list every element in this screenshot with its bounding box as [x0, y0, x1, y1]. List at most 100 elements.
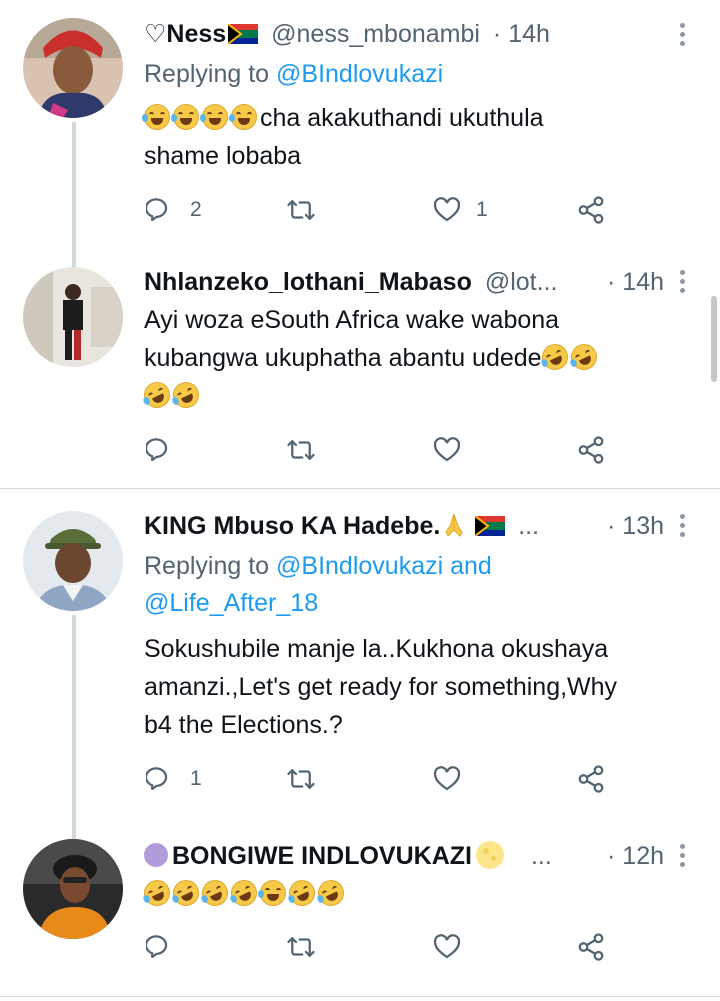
tweet-king-mbuso[interactable]: KING Mbuso KA Hadebe. ... · 13h Replying… [0, 489, 720, 843]
like-button[interactable]: 1 [432, 193, 488, 227]
handle[interactable]: ... [518, 512, 539, 540]
like-button[interactable] [432, 930, 462, 964]
rofl-emoji [168, 875, 204, 911]
display-name[interactable]: Nhlanzeko_lothani_Mabaso [144, 268, 472, 296]
tweet-text-line-2: kubangwa ukuphatha abantu udede [144, 339, 684, 377]
reply-button[interactable]: 2 [146, 193, 202, 227]
tears-of-joy-emoji [200, 104, 228, 130]
tweet-text: cha akakuthandi ukuthula shame lobaba [142, 99, 684, 175]
tears-of-joy-emoji [229, 104, 257, 130]
timestamp[interactable]: · 14h [599, 265, 664, 299]
display-name[interactable]: ♡Ness [144, 20, 226, 48]
share-button[interactable] [576, 433, 606, 467]
tears-of-joy-emoji [171, 104, 199, 130]
action-bar [146, 930, 616, 964]
rofl-emoji [139, 377, 175, 413]
replying-to-link-2[interactable]: @Life_After_18 [144, 589, 318, 617]
avatar-bongiwe[interactable] [23, 839, 123, 939]
scrollbar[interactable] [711, 296, 717, 382]
retweet-button[interactable] [286, 930, 316, 964]
tweet-header: BONGIWE INDLOVUKAZI ... · 12h [144, 839, 664, 873]
rofl-emoji [284, 875, 320, 911]
tweet-text [139, 875, 684, 913]
rofl-emoji [537, 339, 572, 375]
retweet-icon [287, 769, 315, 789]
handle[interactable]: @lot... [485, 268, 558, 296]
display-name[interactable]: KING Mbuso KA Hadebe. [144, 512, 440, 540]
tweet-text-line-1: Sokushubile manje la..Kukhona okushaya [144, 635, 609, 663]
replying-to-link[interactable]: @BIndlovukazi [276, 552, 443, 580]
tweet-nhlanzeko[interactable]: Nhlanzeko_lothani_Mabaso @lot... · 14h A… [0, 255, 720, 487]
avatar-nhlanzeko[interactable] [23, 267, 123, 367]
retweet-icon [287, 937, 315, 957]
share-button[interactable] [576, 930, 606, 964]
display-name[interactable]: BONGIWE INDLOVUKAZI [172, 842, 472, 870]
reply-button[interactable]: 1 [146, 762, 202, 796]
replying-to: Replying to @BIndlovukazi and [144, 549, 492, 583]
more-options-icon[interactable] [670, 511, 694, 541]
thread-line-1 [72, 122, 76, 267]
timestamp[interactable]: · 13h [599, 509, 664, 543]
tweet-ness[interactable]: ♡Ness @ness_mbonambi · 14h Replying to @… [0, 0, 720, 267]
replying-to: Replying to @BIndlovukazi [144, 57, 443, 91]
rofl-emoji [566, 339, 601, 375]
reply-icon [146, 198, 168, 222]
share-icon [578, 196, 604, 224]
handle[interactable]: ... [531, 842, 552, 870]
south-africa-flag-icon [475, 516, 506, 536]
tweet-text-content: kubangwa ukuphatha abantu udede [144, 344, 542, 372]
heart-icon [433, 197, 461, 222]
folded-hands-icon [445, 513, 463, 537]
reply-button[interactable] [146, 433, 176, 467]
thread-line-2 [72, 615, 76, 843]
avatar-king-mbuso[interactable] [23, 511, 123, 611]
bottom-divider [0, 996, 720, 997]
reply-button[interactable] [146, 930, 176, 964]
more-options-icon[interactable] [670, 267, 694, 297]
more-options-icon[interactable] [670, 20, 694, 50]
heart-icon [433, 437, 461, 462]
tears-of-joy-emoji [258, 880, 286, 906]
timestamp[interactable]: · 14h [493, 20, 550, 48]
tweet-text: Sokushubile manje la..Kukhona okushaya a… [144, 630, 684, 744]
rofl-emoji [313, 875, 349, 911]
retweet-button[interactable] [286, 193, 316, 227]
replying-to-line-2: @Life_After_18 [144, 586, 318, 620]
more-options-icon[interactable] [670, 841, 694, 871]
share-icon [578, 765, 604, 793]
share-icon [578, 933, 604, 961]
heart-icon [433, 766, 461, 791]
full-moon-icon [476, 841, 504, 869]
replying-and: and [443, 552, 492, 580]
avatar-nhlanzeko-image [23, 267, 123, 367]
action-bar: 1 [146, 762, 616, 796]
reply-icon [146, 935, 168, 959]
retweet-icon [287, 440, 315, 460]
tweet-text-line-1: cha akakuthandi ukuthula [142, 99, 684, 137]
like-button[interactable] [432, 433, 462, 467]
retweet-button[interactable] [286, 433, 316, 467]
replying-to-link[interactable]: @BIndlovukazi [276, 60, 443, 88]
tweet-text-content: cha akakuthandi ukuthula [260, 104, 544, 132]
reply-icon [146, 767, 168, 791]
timestamp[interactable]: · 12h [599, 839, 664, 873]
tweet-text-line-1: Ayi woza eSouth Africa wake wabona [144, 306, 560, 334]
tweet-bongiwe[interactable]: BONGIWE INDLOVUKAZI ... · 12h [0, 829, 720, 1001]
retweet-icon [287, 200, 315, 220]
like-button[interactable] [432, 762, 462, 796]
tweet-text-line-3: b4 the Elections.? [144, 711, 343, 739]
tweet-text: Ayi woza eSouth Africa wake wabona kuban… [139, 301, 684, 415]
heart-icon [433, 934, 461, 959]
avatar-ness[interactable] [23, 18, 123, 118]
share-button[interactable] [576, 193, 606, 227]
retweet-button[interactable] [286, 762, 316, 796]
avatar-king-mbuso-image [23, 511, 123, 611]
handle[interactable]: @ness_mbonambi [271, 20, 480, 48]
south-africa-flag-icon [228, 24, 259, 44]
reply-count: 1 [190, 767, 202, 790]
share-button[interactable] [576, 762, 606, 796]
rofl-emoji [168, 377, 204, 413]
share-icon [578, 436, 604, 464]
reply-icon [146, 438, 168, 462]
rofl-emoji [197, 875, 233, 911]
